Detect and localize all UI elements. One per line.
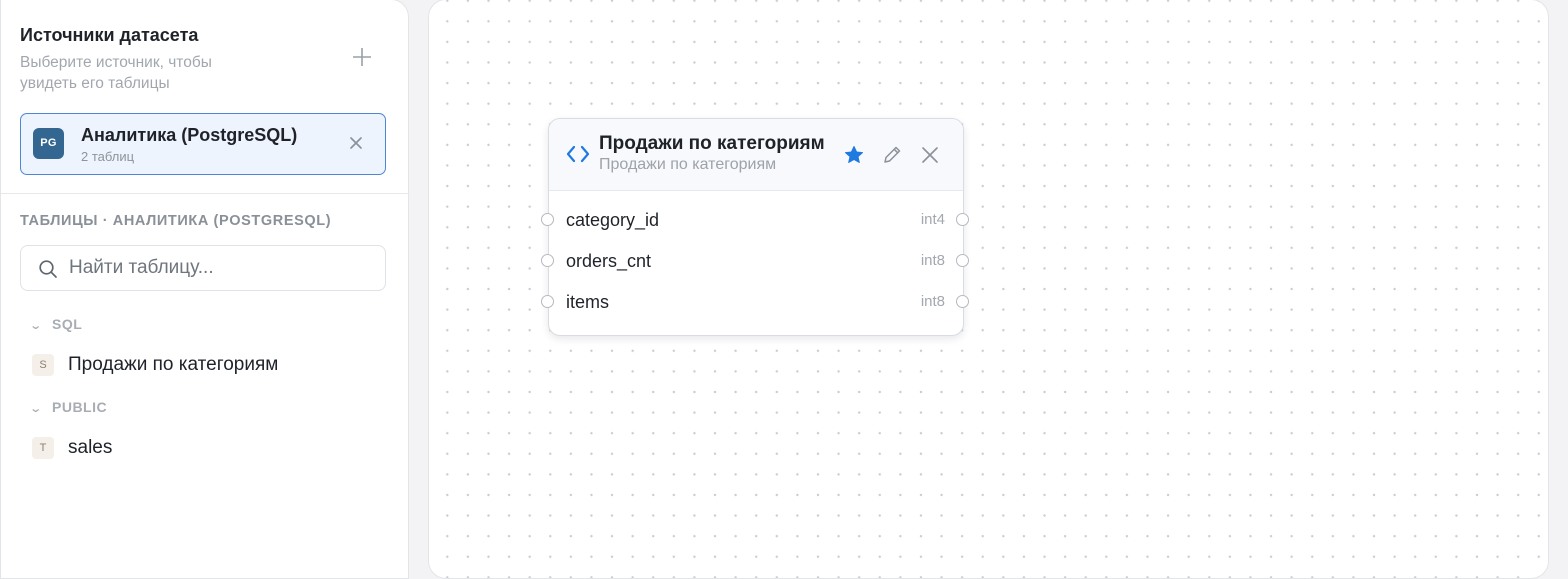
column-row: category_id int4: [541, 208, 969, 234]
group-header-sql[interactable]: ⌄ SQL: [29, 316, 83, 332]
code-icon: [566, 145, 590, 163]
table-item-label: sales: [68, 437, 113, 458]
input-port[interactable]: [541, 213, 554, 226]
plus-icon: [353, 48, 371, 66]
tables-section-title: ТАБЛИЦЫ · АНАЛИТИКА (POSTGRESQL): [20, 213, 332, 229]
source-table-count: 2 таблиц: [81, 149, 135, 164]
remove-source-button[interactable]: [345, 132, 367, 154]
table-search-box[interactable]: [20, 245, 386, 291]
add-source-button[interactable]: [349, 44, 375, 70]
close-icon[interactable]: [919, 144, 941, 166]
search-icon: [39, 260, 57, 278]
close-icon: [350, 137, 362, 149]
table-item-label: Продажи по категориям: [68, 354, 279, 375]
table-node[interactable]: Продажи по категориям Продажи по категор…: [541, 118, 969, 336]
node-title: Продажи по категориям: [599, 133, 825, 154]
output-port[interactable]: [956, 254, 969, 267]
column-type: int4: [920, 211, 945, 228]
output-port[interactable]: [956, 213, 969, 226]
node-subtitle: Продажи по категориям: [599, 156, 777, 173]
column-row: items int8: [541, 290, 969, 316]
chevron-down-icon: ⌄: [29, 320, 43, 332]
node-header[interactable]: Продажи по категориям Продажи по категор…: [549, 119, 963, 191]
group-label: SQL: [52, 316, 83, 332]
table-type-badge: S: [32, 354, 54, 376]
sources-title: Источники датасета: [20, 25, 199, 45]
chevron-down-icon: ⌄: [29, 403, 43, 415]
table-type-badge: T: [32, 437, 54, 459]
sources-subtitle: Выберите источник, чтобы увидеть его таб…: [20, 54, 212, 92]
pencil-icon[interactable]: [881, 144, 903, 166]
group-header-public[interactable]: ⌄ PUBLIC: [29, 399, 108, 415]
group-label: PUBLIC: [52, 399, 108, 415]
output-port[interactable]: [956, 295, 969, 308]
column-name: orders_cnt: [566, 251, 652, 271]
sources-header: Источники датасета Выберите источник, чт…: [20, 24, 380, 94]
input-port[interactable]: [541, 295, 554, 308]
input-port[interactable]: [541, 254, 554, 267]
dataset-sources-sidebar: Источники датасета Выберите источник, чт…: [0, 0, 409, 579]
column-type: int8: [920, 293, 945, 310]
star-icon[interactable]: [843, 144, 865, 166]
postgres-badge: PG: [33, 128, 64, 159]
column-type: int8: [920, 252, 945, 269]
selected-source-card[interactable]: PG Аналитика (PostgreSQL) 2 таблиц: [20, 113, 386, 175]
source-name: Аналитика (PostgreSQL): [81, 125, 298, 145]
column-row: orders_cnt int8: [541, 249, 969, 275]
table-search-input[interactable]: [69, 246, 369, 290]
column-name: category_id: [566, 210, 660, 230]
divider: [1, 193, 409, 194]
column-name: items: [566, 292, 610, 312]
